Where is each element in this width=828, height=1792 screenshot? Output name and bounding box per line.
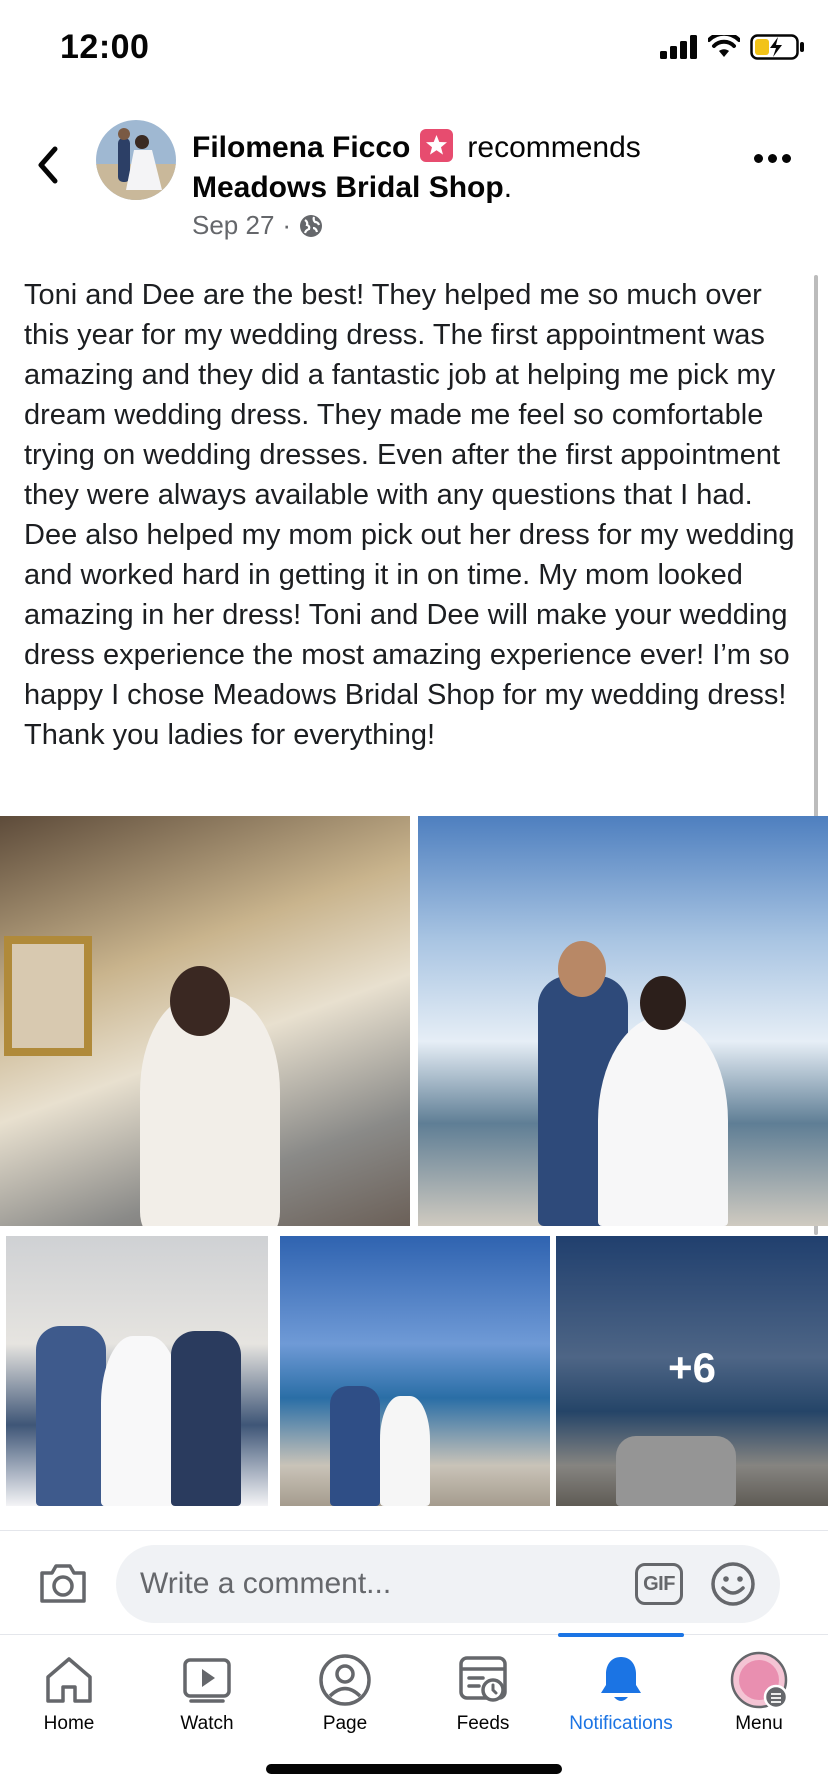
tab-feeds[interactable]: Feeds — [414, 1635, 552, 1755]
author-name[interactable]: Filomena Ficco — [192, 131, 410, 164]
groom-figure-4 — [330, 1386, 380, 1506]
globe-icon — [300, 214, 323, 237]
tab-home[interactable]: Home — [0, 1635, 138, 1755]
tab-notifications[interactable]: Notifications — [552, 1635, 690, 1755]
feeds-icon — [459, 1656, 507, 1702]
wifi-icon — [708, 35, 740, 57]
bride-head — [170, 966, 230, 1036]
battery-icon — [750, 34, 804, 60]
page-line: Meadows Bridal Shop. — [192, 168, 512, 208]
page-name-link[interactable]: Meadows Bridal Shop — [192, 171, 504, 204]
bride-figure-3 — [101, 1336, 181, 1506]
tab-label: Menu — [735, 1713, 783, 1734]
tab-watch[interactable]: Watch — [138, 1635, 276, 1755]
smiley-icon — [711, 1562, 755, 1606]
chevron-left-icon — [38, 146, 58, 184]
status-icons — [660, 34, 806, 60]
tab-label: Feeds — [456, 1713, 510, 1734]
tab-page[interactable]: Page — [276, 1635, 414, 1755]
photo-3[interactable] — [6, 1236, 268, 1506]
more-dot-icon — [754, 153, 763, 163]
more-dot-icon — [782, 153, 791, 163]
post-body: Toni and Dee are the best! They helped m… — [24, 279, 795, 751]
mother-figure — [171, 1331, 241, 1506]
camera-button[interactable] — [38, 1561, 88, 1605]
star-badge-icon — [420, 129, 454, 162]
tab-menu[interactable]: Menu — [690, 1635, 828, 1755]
watch-video-icon — [183, 1658, 231, 1703]
avatar-image — [96, 120, 176, 200]
status-time: 12:00 — [60, 28, 150, 66]
tab-label: Notifications — [569, 1713, 673, 1734]
page-suffix: . — [503, 171, 513, 204]
bride-dress — [598, 1016, 728, 1226]
post-header: Filomena Ficco recommends Meadows Bridal … — [0, 110, 828, 250]
bride-head-2 — [640, 976, 686, 1030]
menu-avatar-icon — [730, 1651, 788, 1709]
more-dot-icon — [768, 153, 777, 163]
wall-portrait — [4, 936, 92, 1056]
tab-label: Home — [43, 1713, 95, 1734]
signal-icon — [660, 35, 697, 59]
photo-5-more[interactable]: +6 — [556, 1236, 828, 1506]
author-avatar[interactable] — [96, 120, 176, 200]
back-button[interactable] — [28, 140, 68, 190]
groom-head — [558, 941, 606, 997]
father-figure — [36, 1326, 106, 1506]
post-date[interactable]: Sep 27 — [192, 210, 274, 241]
home-icon — [46, 1657, 92, 1703]
tab-label: Watch — [180, 1713, 234, 1734]
meta-separator: · — [282, 210, 292, 240]
profile-icon — [319, 1654, 371, 1706]
emoji-button[interactable] — [710, 1561, 756, 1607]
status-bar: 12:00 — [0, 0, 828, 100]
more-photos-count: +6 — [668, 1344, 716, 1391]
photo-1[interactable] — [0, 816, 410, 1226]
photo-2[interactable] — [418, 816, 828, 1226]
author-line: Filomena Ficco recommends — [192, 128, 641, 168]
tab-label: Page — [322, 1713, 368, 1734]
more-options-button[interactable] — [754, 148, 794, 168]
bride-figure-4 — [380, 1396, 430, 1506]
home-indicator — [266, 1764, 562, 1774]
post-meta: Sep 27 · — [192, 210, 323, 241]
comment-bar: GIF — [0, 1530, 828, 1634]
photo-4[interactable] — [280, 1236, 550, 1506]
bell-icon — [601, 1657, 641, 1701]
recommends-label: recommends — [467, 131, 641, 164]
gif-button[interactable]: GIF — [635, 1563, 683, 1605]
camera-icon — [40, 1564, 86, 1603]
